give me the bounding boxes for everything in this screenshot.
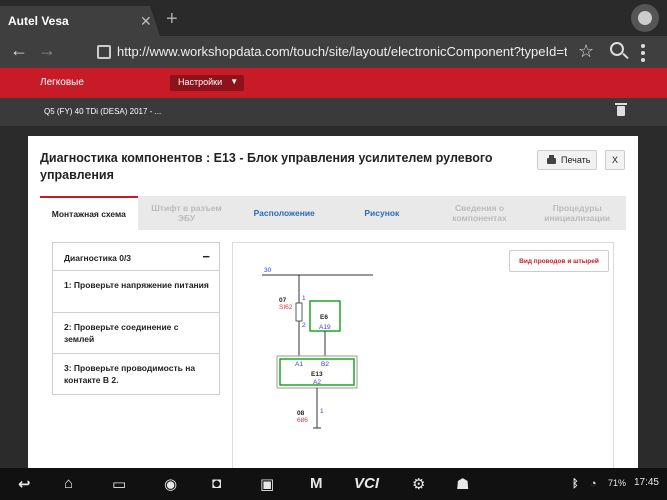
ground-pin: 1 xyxy=(320,408,324,415)
wires-pins-view-button[interactable]: Вид проводов и штырей xyxy=(509,250,609,272)
ground-id: 08 xyxy=(297,410,305,417)
fuse-pin-1: 1 xyxy=(302,295,306,302)
vehicle-name[interactable]: Q5 (FY) 40 TDi (DESA) 2017 - ... xyxy=(44,107,161,116)
wifi-icon: ◔ xyxy=(590,478,597,490)
tab-wiring-diagram[interactable]: Монтажная схема xyxy=(40,196,138,230)
tab-component-info[interactable]: Сведения о компонентах xyxy=(431,196,529,230)
diagnosis-panel: Диагностика 0/3 − 1: Проверьте напряжени… xyxy=(52,242,220,395)
browser-tab-strip: Autel Vesa ✕ + xyxy=(0,0,667,36)
url-field[interactable]: http://www.workshopdata.com/touch/site/l… xyxy=(117,44,567,59)
e13-label: E13 xyxy=(311,371,323,378)
print-label: Печать xyxy=(561,155,591,165)
chrome-icon[interactable]: ◉ xyxy=(164,475,177,493)
wiring-schematic: 30 07 SI62 1 2 E6 A19 A1 B2 E13 A2 08 68… xyxy=(232,242,614,482)
bus-label: 30 xyxy=(264,267,272,274)
bookmark-star-icon[interactable]: ☆ xyxy=(578,41,594,62)
app-header: Легковые Настройки ▼ xyxy=(0,68,667,98)
address-bar: ← → http://www.workshopdata.com/touch/si… xyxy=(0,36,667,68)
e6-label: E6 xyxy=(320,314,328,321)
e13-pin-a1: A1 xyxy=(295,361,303,368)
diagnosis-step[interactable]: 1: Проверьте напряжение питания xyxy=(53,271,219,313)
settings-dropdown[interactable]: Настройки ▼ xyxy=(170,75,245,91)
close-button[interactable]: X xyxy=(605,150,625,170)
search-icon[interactable] xyxy=(610,42,624,56)
fuse-pin-2: 2 xyxy=(302,322,306,329)
tab-location[interactable]: Расположение xyxy=(235,196,333,230)
clock: 17:45 xyxy=(633,477,659,488)
schematic-drawing: 30 07 SI62 1 2 E6 A19 A1 B2 E13 A2 08 68… xyxy=(262,267,373,429)
diagnosis-step[interactable]: 3: Проверьте проводимость на контакте B … xyxy=(53,354,219,396)
bluetooth-icon: ᛒ xyxy=(572,478,579,490)
page-favicon-icon xyxy=(97,45,111,59)
diagnosis-header-label: Диагностика 0/3 xyxy=(64,253,132,263)
tab-ecu-pin[interactable]: Штифт в разъем ЭБУ xyxy=(138,196,236,230)
collapse-icon[interactable]: − xyxy=(202,249,210,264)
diagnosis-step[interactable]: 2: Проверьте соединение с землей xyxy=(53,313,219,354)
vehicle-bar: Q5 (FY) 40 TDi (DESA) 2017 - ... xyxy=(0,98,667,126)
e6-pin: A19 xyxy=(319,324,331,331)
user-service-icon[interactable]: ☗ xyxy=(456,475,469,493)
system-back-icon[interactable]: ↩ xyxy=(18,475,31,493)
print-button[interactable]: Печать xyxy=(537,150,597,170)
close-tab-icon[interactable]: ✕ xyxy=(140,13,152,30)
new-tab-icon[interactable]: + xyxy=(166,8,178,31)
settings-label: Настройки xyxy=(178,77,223,87)
fuse-id: 07 xyxy=(279,297,287,304)
e13-pin-a2: A2 xyxy=(313,379,321,386)
browser-tab[interactable]: Autel Vesa ✕ xyxy=(0,6,160,36)
section-label[interactable]: Легковые xyxy=(40,77,84,88)
ground-code: 686 xyxy=(297,417,308,424)
profile-icon[interactable] xyxy=(631,4,659,32)
vci-icon[interactable]: VCI xyxy=(354,475,379,492)
trash-icon[interactable] xyxy=(615,103,627,116)
printer-icon xyxy=(547,155,556,164)
dialog-title: Диагностика компонентов : E13 - Блок упр… xyxy=(40,151,493,182)
home-icon[interactable]: ⌂ xyxy=(64,475,73,492)
caret-down-icon: ▼ xyxy=(230,77,239,86)
recent-apps-icon[interactable]: ▭ xyxy=(112,475,126,493)
component-diagnosis-dialog: Диагностика компонентов : E13 - Блок упр… xyxy=(28,136,638,500)
tab-picture[interactable]: Рисунок xyxy=(333,196,431,230)
tab-init-procedures[interactable]: Процедуры инициализации xyxy=(528,196,626,230)
battery-level: 71% xyxy=(608,478,627,488)
browser-tab-title: Autel Vesa xyxy=(8,14,69,28)
forward-arrow-icon[interactable]: → xyxy=(38,40,56,61)
overflow-menu-icon[interactable] xyxy=(641,44,645,65)
screenshot-icon[interactable]: ▣ xyxy=(260,475,274,493)
fuse-code: SI62 xyxy=(279,304,293,311)
maxifix-icon[interactable]: M xyxy=(310,475,323,492)
camera-icon[interactable]: ◘ xyxy=(212,475,221,492)
e13-pin-b2: B2 xyxy=(321,361,329,368)
settings-gear-icon[interactable]: ⚙ xyxy=(412,475,425,493)
dialog-tabs: Монтажная схема Штифт в разъем ЭБУ Распо… xyxy=(40,196,626,230)
back-arrow-icon[interactable]: ← xyxy=(10,40,28,61)
system-navigation-bar: ↩ ⌂ ▭ ◉ ◘ ▣ M VCI ⚙ ☗ ᛒ ◔ 71% 17:45 xyxy=(0,468,667,500)
fuse-symbol[interactable] xyxy=(295,302,303,322)
diagnosis-header[interactable]: Диагностика 0/3 − xyxy=(53,243,219,271)
